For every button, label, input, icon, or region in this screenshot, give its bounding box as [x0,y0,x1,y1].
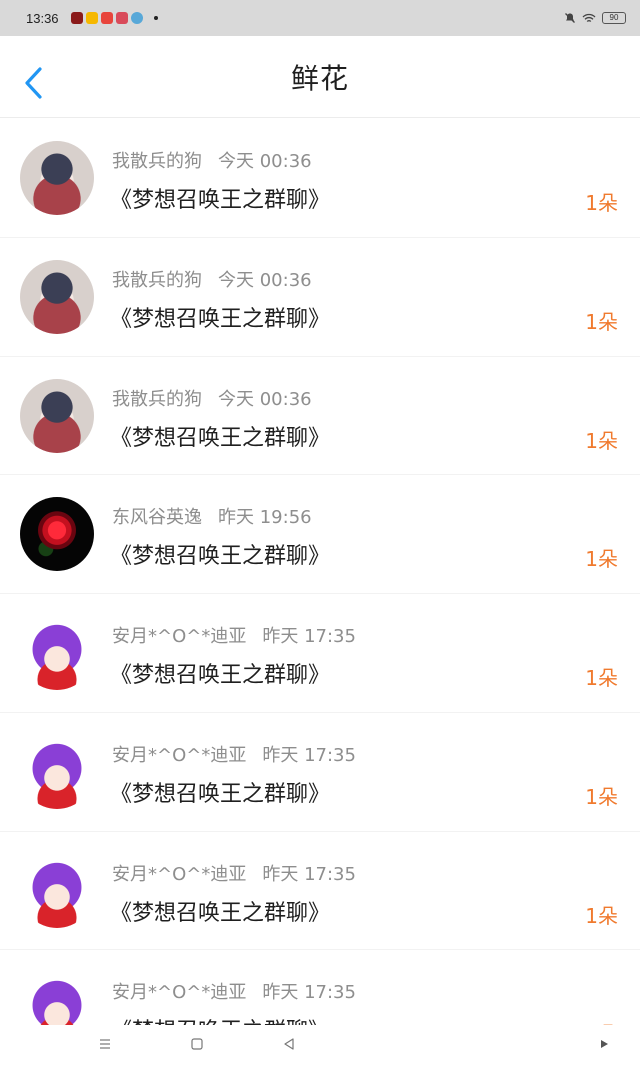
battery-icon: 90 [602,12,626,24]
flower-count: 1朵 [585,784,618,809]
timestamp: 昨天 17:35 [262,626,356,647]
list-item[interactable]: 我散兵的狗 今天 00:36 《梦想召唤王之群聊》 1朵 [0,238,640,357]
group-name: 《梦想召唤王之群聊》 [110,306,331,332]
avatar[interactable] [20,497,94,572]
home-square-icon[interactable] [190,1037,204,1051]
mute-bell-icon [565,13,575,23]
avatar[interactable] [20,972,94,1025]
avatar[interactable] [20,141,94,215]
system-nav-bar [0,1025,640,1067]
flower-count: 1朵 [585,547,618,572]
sender-name[interactable]: 安月*^O^*迪亚 [112,745,246,766]
app-notification-icon [115,12,128,24]
page-title: 鲜花 [290,61,349,95]
menu-icon[interactable] [98,1037,112,1051]
status-time: 13:36 [26,10,59,26]
timestamp: 昨天 19:56 [218,507,312,529]
list-item[interactable]: 东风谷英逸 昨天 19:56 《梦想召唤王之群聊》 1朵 [0,475,640,594]
app-notification-icon [130,12,143,24]
wifi-icon [582,13,596,22]
sender-name[interactable]: 我散兵的狗 [112,389,202,410]
status-bar: 13:36 90 [0,0,640,36]
sender-name[interactable]: 我散兵的狗 [112,270,202,291]
flower-count: 1朵 [585,309,618,334]
list-item[interactable]: 安月*^O^*迪亚昨天 17:35 《梦想召唤王之群聊》 1朵 [0,950,640,1025]
flower-count: 1朵 [585,191,618,215]
avatar[interactable] [20,734,94,809]
group-name: 《梦想召唤王之群聊》 [110,663,331,688]
group-name: 《梦想召唤王之群聊》 [110,425,331,451]
group-name: 《梦想召唤王之群聊》 [110,900,331,926]
list-item[interactable]: 我散兵的狗 今天 00:36 《梦想召唤王之群聊》 1朵 [0,357,640,476]
app-notification-icon [100,12,113,24]
sender-name[interactable]: 安月*^O^*迪亚 [112,864,246,885]
status-indicators: 90 [564,12,626,24]
notification-icons [70,12,158,24]
timestamp: 昨天 17:35 [262,744,356,766]
timestamp: 今天 00:36 [218,269,312,291]
list-item[interactable]: 安月*^O^*迪亚昨天 17:35 《梦想召唤王之群聊》 1朵 [0,832,640,951]
avatar[interactable] [20,259,94,334]
flower-list: 我散兵的狗 今天 00:36 《梦想召唤王之群聊》 1朵 我散兵的狗 今天 00:3… [0,119,640,1025]
group-name: 《梦想召唤王之群聊》 [110,188,331,213]
flower-count: 1朵 [585,428,618,453]
chevron-left-icon[interactable] [22,66,46,100]
timestamp: 昨天 17:35 [262,982,356,1004]
sender-name[interactable]: 安月*^O^*迪亚 [112,626,246,647]
group-name: 《梦想召唤王之群聊》 [110,1013,330,1025]
list-item[interactable]: 安月*^O^*迪亚昨天 17:35 《梦想召唤王之群聊》 1朵 [0,713,640,832]
list-item[interactable]: 我散兵的狗 今天 00:36 《梦想召唤王之群聊》 1朵 [0,119,640,238]
timestamp: 今天 00:36 [218,388,312,410]
page-header: 鲜花 [0,36,640,118]
sender-name[interactable]: 东风谷英逸 [112,507,202,528]
back-triangle-icon[interactable] [282,1037,296,1051]
list-item[interactable]: 安月*^O^*迪亚昨天 17:35 《梦想召唤王之群聊》 1朵 [0,594,640,713]
sender-name[interactable]: 安月*^O^*迪亚 [112,982,246,1003]
app-notification-icon [85,12,98,24]
sender-name[interactable]: 我散兵的狗 [112,151,202,172]
app-notification-icon [70,12,83,24]
avatar[interactable] [20,616,94,690]
avatar[interactable] [20,853,94,928]
timestamp: 昨天 17:35 [262,863,356,885]
timestamp: 今天 00:36 [218,151,312,172]
group-name: 《梦想召唤王之群聊》 [110,544,331,570]
avatar[interactable] [20,378,94,453]
flower-count: 1朵 [585,666,618,690]
flower-count: 1朵 [585,1018,618,1025]
flower-count: 1朵 [585,903,618,928]
more-notifications-dot-icon [153,16,158,20]
group-name: 《梦想召唤王之群聊》 [110,781,331,807]
right-arrow-icon[interactable] [598,1037,610,1051]
